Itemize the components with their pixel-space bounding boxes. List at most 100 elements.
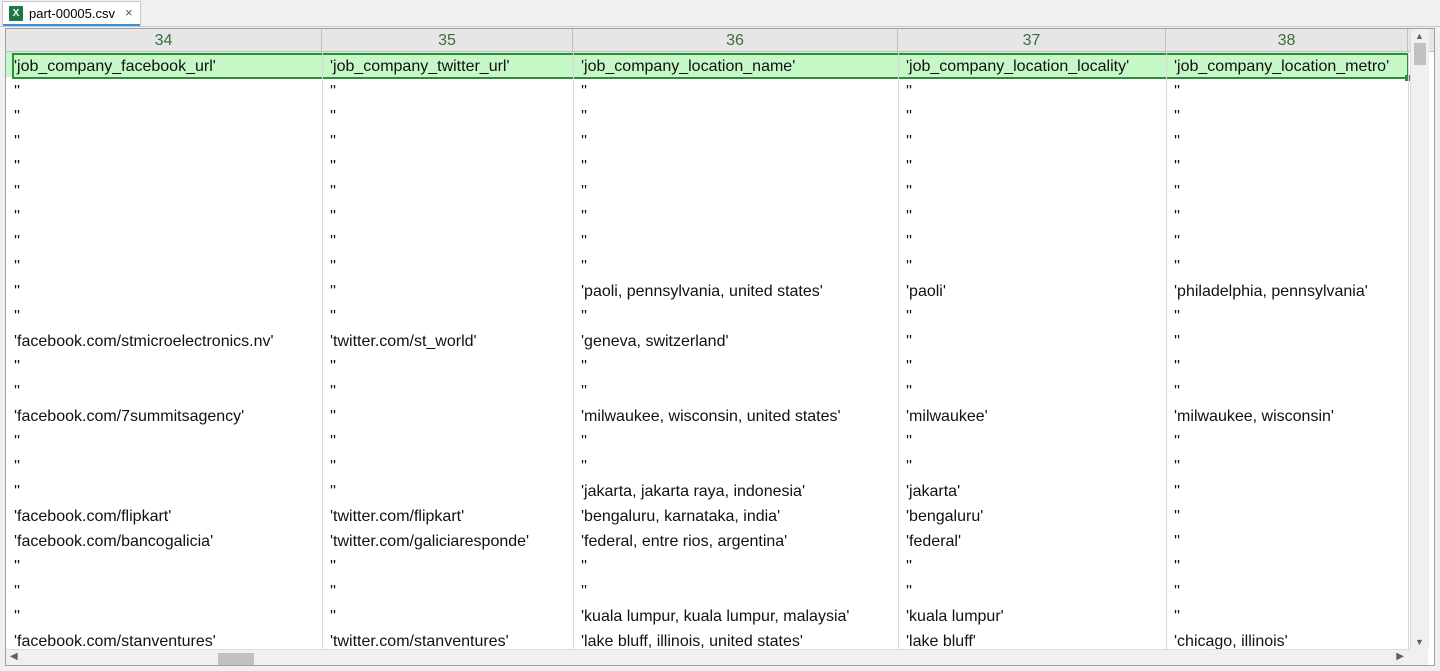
- table-cell[interactable]: '': [14, 202, 322, 227]
- table-cell[interactable]: '': [906, 152, 1166, 177]
- table-cell[interactable]: '': [581, 302, 898, 327]
- table-cell[interactable]: '': [330, 377, 573, 402]
- table-cell[interactable]: '': [581, 577, 898, 602]
- table-cell[interactable]: 'paoli, pennsylvania, united states': [581, 277, 898, 302]
- table-cell[interactable]: '': [906, 552, 1166, 577]
- table-cell[interactable]: '': [1174, 602, 1408, 627]
- table-cell[interactable]: '': [14, 552, 322, 577]
- table-cell[interactable]: '': [581, 127, 898, 152]
- table-row[interactable]: 'facebook.com/7summitsagency' '' 'milwauke…: [6, 402, 1427, 427]
- table-cell[interactable]: 'job_company_facebook_url': [14, 52, 322, 77]
- table-cell[interactable]: 'job_company_twitter_url': [330, 52, 573, 77]
- table-cell[interactable]: '': [330, 127, 573, 152]
- table-cell[interactable]: 'federal': [906, 527, 1166, 552]
- table-row[interactable]: '''''''''''': [6, 302, 1422, 327]
- table-cell[interactable]: 'facebook.com/7summitsagency': [14, 402, 322, 427]
- table-cell[interactable]: 'bengaluru, karnataka, india': [581, 502, 898, 527]
- table-cell[interactable]: '': [1174, 252, 1408, 277]
- table-row[interactable]: '''''''''''': [6, 202, 1422, 227]
- table-row[interactable]: '''''''''''': [6, 377, 1422, 402]
- table-cell[interactable]: '': [1174, 377, 1408, 402]
- table-cell[interactable]: 'jakarta, jakarta raya, indonesia': [581, 477, 898, 502]
- column-header-36[interactable]: 36: [573, 29, 898, 51]
- table-cell[interactable]: 'twitter.com/galiciaresponde': [330, 527, 573, 552]
- table-cell[interactable]: '': [581, 377, 898, 402]
- table-cell[interactable]: '': [330, 177, 573, 202]
- table-cell[interactable]: 'milwaukee': [906, 402, 1166, 427]
- table-cell[interactable]: 'facebook.com/flipkart': [14, 502, 322, 527]
- table-cell[interactable]: '': [1174, 552, 1408, 577]
- table-row[interactable]: '' '' 'jakarta, jakarta raya, indonesia' 'j…: [6, 477, 1423, 502]
- table-row[interactable]: '''''''''''': [6, 452, 1422, 477]
- table-cell[interactable]: '': [330, 252, 573, 277]
- table-cell[interactable]: '': [14, 477, 322, 502]
- table-cell[interactable]: 'milwaukee, wisconsin': [1174, 402, 1408, 427]
- table-cell[interactable]: '': [330, 227, 573, 252]
- table-cell[interactable]: '': [581, 352, 898, 377]
- table-row[interactable]: '''''''''''': [6, 427, 1422, 452]
- table-cell[interactable]: '': [330, 352, 573, 377]
- scroll-up-icon[interactable]: ▲: [1415, 31, 1424, 41]
- table-cell[interactable]: '': [906, 102, 1166, 127]
- table-cell[interactable]: '': [1174, 452, 1408, 477]
- table-row[interactable]: '' '' 'paoli, pennsylvania, united states'…: [6, 277, 1428, 302]
- table-cell[interactable]: 'philadelphia, pennsylvania': [1174, 277, 1408, 302]
- table-cell[interactable]: '': [14, 377, 322, 402]
- table-row[interactable]: '''''''''''': [6, 577, 1422, 602]
- table-cell[interactable]: '': [581, 227, 898, 252]
- table-cell[interactable]: '': [14, 77, 322, 102]
- table-cell[interactable]: '': [330, 477, 573, 502]
- table-cell[interactable]: 'job_company_location_locality': [906, 52, 1166, 77]
- table-cell[interactable]: '': [14, 177, 322, 202]
- table-row[interactable]: '''''''''''': [6, 152, 1422, 177]
- table-cell[interactable]: '': [14, 302, 322, 327]
- table-cell[interactable]: 'facebook.com/bancogalicia': [14, 527, 322, 552]
- table-cell[interactable]: '': [906, 227, 1166, 252]
- table-cell[interactable]: '': [1174, 102, 1408, 127]
- table-cell[interactable]: 'facebook.com/stmicroelectronics.nv': [14, 327, 322, 352]
- table-cell[interactable]: '': [581, 152, 898, 177]
- table-cell[interactable]: 'kuala lumpur, kuala lumpur, malaysia': [581, 602, 898, 627]
- column-header-38[interactable]: 38: [1166, 29, 1408, 51]
- table-cell[interactable]: '': [1174, 177, 1408, 202]
- table-cell[interactable]: '': [14, 277, 322, 302]
- table-cell[interactable]: '': [581, 427, 898, 452]
- table-cell[interactable]: '': [906, 302, 1166, 327]
- table-row[interactable]: 'facebook.com/stmicroelectronics.nv' 'twi…: [6, 327, 1428, 352]
- table-cell[interactable]: '': [1174, 152, 1408, 177]
- table-row[interactable]: '' '' 'kuala lumpur, kuala lumpur, malaysi…: [6, 602, 1427, 627]
- table-cell[interactable]: 'twitter.com/st_world': [330, 327, 573, 352]
- table-cell[interactable]: '': [14, 102, 322, 127]
- table-cell[interactable]: '': [1174, 127, 1408, 152]
- table-row[interactable]: '''''''''''': [6, 352, 1422, 377]
- table-cell[interactable]: '': [14, 152, 322, 177]
- table-cell[interactable]: '': [581, 452, 898, 477]
- table-cell[interactable]: '': [581, 77, 898, 102]
- table-cell[interactable]: '': [330, 202, 573, 227]
- table-cell[interactable]: 'jakarta': [906, 477, 1166, 502]
- table-cell[interactable]: '': [906, 77, 1166, 102]
- table-row[interactable]: 'facebook.com/flipkart' 'twitter.com/flip…: [6, 502, 1427, 527]
- table-cell[interactable]: '': [1174, 477, 1408, 502]
- table-cell[interactable]: '': [906, 577, 1166, 602]
- table-cell[interactable]: '': [906, 452, 1166, 477]
- table-row[interactable]: '''''''''''': [6, 552, 1422, 577]
- close-icon[interactable]: ×: [125, 5, 133, 20]
- scroll-right-icon[interactable]: ▶: [1396, 651, 1404, 662]
- table-cell[interactable]: '': [1174, 527, 1408, 552]
- table-cell[interactable]: '': [906, 352, 1166, 377]
- scroll-down-icon[interactable]: ▼: [1415, 637, 1424, 647]
- table-cell[interactable]: 'job_company_location_name': [581, 52, 898, 77]
- table-cell[interactable]: '': [14, 227, 322, 252]
- table-cell[interactable]: '': [906, 377, 1166, 402]
- table-cell[interactable]: '': [906, 202, 1166, 227]
- table-row[interactable]: '''''''''''': [6, 77, 1422, 102]
- table-row[interactable]: 'facebook.com/bancogalicia' 'twitter.com/…: [6, 527, 1428, 552]
- table-cell[interactable]: '': [1174, 227, 1408, 252]
- table-cell[interactable]: '': [330, 402, 573, 427]
- table-cell[interactable]: '': [906, 427, 1166, 452]
- scroll-left-icon[interactable]: ◀: [10, 651, 18, 662]
- horizontal-scrollbar[interactable]: ◀ ▶: [6, 649, 1410, 665]
- table-cell[interactable]: '': [14, 452, 322, 477]
- table-cell[interactable]: '': [330, 602, 573, 627]
